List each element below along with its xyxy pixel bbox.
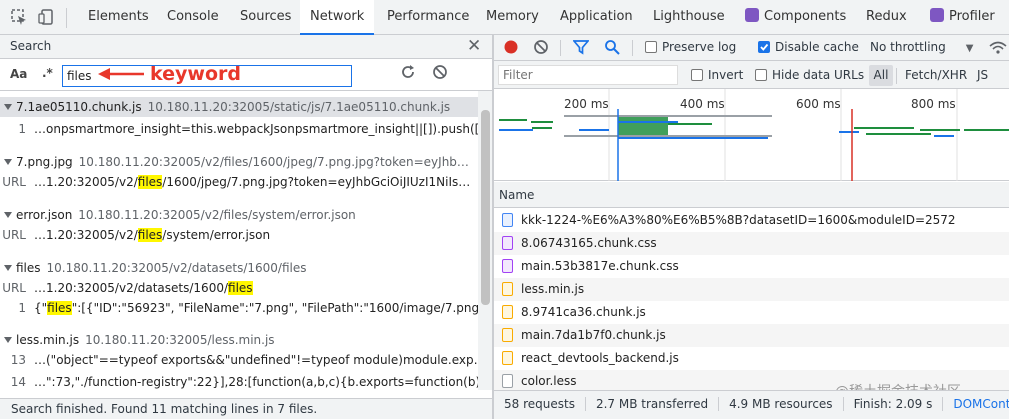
- clear-log-icon[interactable]: [533, 39, 549, 58]
- result-line[interactable]: 1 {"files":[{"ID":"56923", "FileName":"7.…: [0, 298, 478, 318]
- request-row[interactable]: less.min.js: [494, 278, 1009, 301]
- throttling-select[interactable]: No throttling ▼: [870, 40, 973, 54]
- chevron-down-icon: ▼: [965, 43, 974, 54]
- tab-components[interactable]: Components: [745, 0, 846, 35]
- result-group[interactable]: less.min.js 10.180.11.20:32005/less.min.j…: [0, 330, 478, 350]
- filter-type-js[interactable]: JS: [977, 68, 988, 82]
- search-status: Search finished. Found 11 matching lines…: [0, 398, 492, 419]
- resources-size: 4.9 MB resources: [719, 397, 844, 411]
- request-row[interactable]: main.53b3817e.chunk.css: [494, 255, 1009, 278]
- js-file-icon: [502, 351, 513, 365]
- invert-label: Invert: [708, 68, 744, 82]
- result-line[interactable]: URL …1.20:32005/v2/files/1600/jpeg/7.png.…: [0, 172, 478, 192]
- tab-performance[interactable]: Performance: [387, 0, 469, 35]
- network-overview-timeline[interactable]: 200 ms 400 ms 600 ms 800 ms: [494, 89, 1009, 181]
- request-row[interactable]: 8.06743165.chunk.css: [494, 232, 1009, 255]
- regex-toggle[interactable]: .*: [42, 66, 53, 80]
- close-icon[interactable]: ✕: [467, 36, 481, 56]
- result-line[interactable]: URL …1.20:32005/v2/datasets/1600/files: [0, 278, 478, 298]
- timeline-tick: 200 ms: [564, 97, 609, 111]
- tab-sources[interactable]: Sources: [240, 0, 291, 35]
- js-file-icon: [502, 328, 513, 342]
- request-row[interactable]: 8.9741ca36.chunk.js: [494, 301, 1009, 324]
- search-panel-title: Search: [10, 39, 52, 53]
- css-file-icon: [502, 259, 513, 273]
- result-group[interactable]: 7.png.jpg 10.180.11.20:32005/v2/files/160…: [0, 152, 478, 172]
- tab-components-label: Components: [764, 9, 847, 24]
- request-count: 58 requests: [494, 397, 586, 411]
- tab-network[interactable]: Network: [300, 0, 375, 35]
- tab-lighthouse[interactable]: Lighthouse: [653, 0, 725, 35]
- throttling-value: No throttling: [870, 40, 946, 54]
- hide-data-urls-label: Hide data URLs: [772, 68, 865, 82]
- network-conditions-icon[interactable]: [988, 39, 1008, 58]
- result-group[interactable]: error.json 10.180.11.20:32005/v2/files/sy…: [0, 205, 478, 225]
- result-line[interactable]: URL …1.20:32005/v2/files/system/error.jso…: [0, 225, 478, 245]
- tab-profiler[interactable]: Profiler: [930, 0, 995, 35]
- css-file-icon: [502, 236, 513, 250]
- search-panel-header: Search ✕: [0, 35, 492, 59]
- filter-type-fetch-xhr[interactable]: Fetch/XHR: [905, 68, 967, 82]
- filter-icon[interactable]: [572, 39, 590, 58]
- inspect-element-icon[interactable]: [10, 8, 28, 26]
- search-icon[interactable]: [604, 39, 620, 58]
- js-file-icon: [502, 305, 513, 319]
- react-profiler-icon: [930, 8, 944, 22]
- toolbar-divider: [66, 8, 67, 28]
- arrow-annotation-icon: [98, 67, 146, 84]
- result-group[interactable]: files 10.180.11.20:32005/v2/datasets/1600…: [0, 258, 478, 278]
- column-header-name[interactable]: Name: [494, 182, 1009, 208]
- result-line[interactable]: 14 …":73,"./function-registry":22}],28:[f…: [0, 372, 478, 392]
- disable-cache-checkbox[interactable]: Disable cache: [758, 40, 859, 54]
- js-file-icon: [502, 282, 513, 296]
- refresh-icon[interactable]: [400, 64, 416, 83]
- result-line[interactable]: 1 …onpsmartmore_insight=this.webpackJsonp…: [0, 119, 478, 139]
- result-group[interactable]: 7.1ae05110.chunk.js 10.180.11.20:32005/st…: [0, 97, 478, 117]
- tab-memory[interactable]: Memory: [486, 0, 539, 35]
- clear-icon[interactable]: [432, 64, 448, 83]
- match-case-toggle[interactable]: Aa: [10, 67, 27, 81]
- request-row[interactable]: main.7da1b7f0.chunk.js: [494, 324, 1009, 347]
- filter-type-all[interactable]: All: [869, 65, 893, 86]
- transferred-size: 2.7 MB transferred: [585, 397, 720, 411]
- invert-checkbox[interactable]: Invert: [691, 68, 743, 82]
- network-summary-bar: 58 requests 2.7 MB transferred 4.9 MB reso…: [494, 390, 1009, 419]
- toolbar-divider: [560, 40, 561, 56]
- result-line[interactable]: 13 …("object"==typeof exports&&"undefined…: [0, 350, 478, 370]
- preserve-log-label: Preserve log: [662, 40, 737, 54]
- toolbar-divider: [632, 40, 633, 56]
- tab-elements[interactable]: Elements: [88, 0, 149, 35]
- toolbar-divider: [896, 68, 897, 84]
- dom-content-loaded: DOMConten: [953, 397, 1009, 411]
- preserve-log-checkbox[interactable]: Preserve log: [645, 40, 736, 54]
- record-icon[interactable]: [503, 39, 519, 58]
- timeline-tick: 800 ms: [911, 97, 956, 111]
- tab-application[interactable]: Application: [560, 0, 633, 35]
- finish-time: Finish: 2.09 s: [843, 397, 944, 411]
- hide-data-urls-checkbox[interactable]: Hide data URLs: [755, 68, 864, 82]
- react-components-icon: [745, 8, 759, 22]
- timeline-tick: 600 ms: [796, 97, 841, 111]
- tab-profiler-label: Profiler: [949, 9, 995, 24]
- disable-cache-label: Disable cache: [775, 40, 859, 54]
- filter-input[interactable]: [498, 65, 678, 85]
- request-row[interactable]: kkk-1224-%E6%A3%80%E6%B5%8B?datasetID=16…: [494, 209, 1009, 232]
- keyword-annotation: keyword: [150, 63, 241, 85]
- results-scrollbar-thumb[interactable]: [481, 110, 490, 305]
- file-icon: [502, 374, 513, 388]
- tab-redux[interactable]: Redux: [866, 0, 907, 35]
- document-icon: [502, 213, 513, 227]
- tab-console[interactable]: Console: [167, 0, 219, 35]
- device-toolbar-icon[interactable]: [38, 8, 56, 26]
- request-row[interactable]: react_devtools_backend.js: [494, 347, 1009, 370]
- timeline-tick: 400 ms: [680, 97, 725, 111]
